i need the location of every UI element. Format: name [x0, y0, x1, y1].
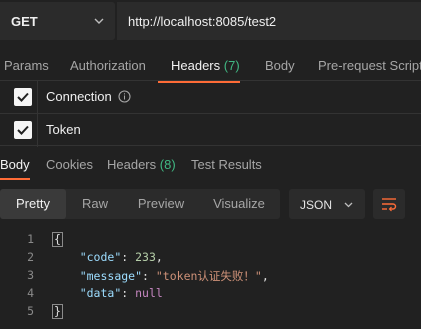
response-tab-cookies[interactable]: Cookies [46, 157, 93, 172]
json-value: "token认证失败！" [155, 269, 262, 283]
tab-body[interactable]: Body [265, 58, 295, 73]
header-row-checkbox[interactable] [14, 88, 32, 106]
code-line: 1 { [0, 230, 421, 248]
url-text: http://localhost:8085/test2 [128, 14, 277, 29]
json-brace: } [52, 304, 63, 319]
tab-authorization[interactable]: Authorization [70, 58, 146, 73]
column-divider [37, 114, 38, 147]
checkmark-icon [17, 125, 29, 135]
view-pretty-button[interactable]: Pretty [0, 189, 66, 219]
request-url-bar: GET http://localhost:8085/test2 [0, 0, 421, 44]
json-comma: , [261, 269, 269, 283]
line-number: 3 [27, 268, 34, 282]
view-visualize-button[interactable]: Visualize [198, 189, 280, 219]
code-line: 3 "message": "token认证失败！", [0, 266, 421, 284]
json-key: "code" [79, 250, 122, 264]
response-tab-test-results[interactable]: Test Results [191, 157, 262, 172]
tab-headers-label: Headers [171, 58, 221, 73]
code-line: 4 "data": null [0, 284, 421, 302]
chevron-down-icon [344, 202, 353, 208]
json-brace: { [52, 232, 63, 247]
header-row-checkbox[interactable] [14, 121, 32, 139]
json-value: null [135, 286, 163, 300]
line-number: 2 [27, 250, 34, 264]
view-preview-button[interactable]: Preview [124, 189, 198, 219]
tab-pre-request-script[interactable]: Pre-request Script [318, 58, 421, 73]
checkmark-icon [17, 92, 29, 102]
json-key: "data" [79, 286, 122, 300]
json-key: "message" [79, 269, 143, 283]
line-number: 5 [27, 304, 34, 318]
url-input[interactable]: http://localhost:8085/test2 [117, 2, 421, 40]
json-comma: , [155, 250, 163, 264]
response-tab-headers-count: (8) [159, 157, 176, 172]
request-tabs: Params Authorization Headers (7) Body Pr… [0, 48, 421, 83]
method-select[interactable]: GET [0, 2, 115, 40]
tab-params[interactable]: Params [4, 58, 49, 73]
response-tab-headers[interactable]: Headers (8) [107, 157, 176, 172]
json-separator: : [142, 269, 156, 283]
method-label: GET [11, 14, 38, 29]
header-row: Token [0, 113, 421, 147]
json-separator: : [121, 250, 136, 264]
response-tabs: Body Cookies Headers (8) Test Results [0, 150, 421, 180]
chevron-down-icon [94, 18, 104, 24]
wrap-lines-icon [382, 198, 397, 212]
info-icon[interactable] [118, 90, 131, 103]
tab-headers-count: (7) [223, 58, 240, 73]
header-key: Connection [46, 89, 112, 104]
response-tab-headers-label: Headers [107, 157, 157, 172]
header-row: Connection [0, 80, 421, 114]
json-value: 233 [135, 250, 156, 264]
active-response-tab-indicator [0, 178, 30, 180]
line-number: 4 [27, 286, 34, 300]
header-key: Token [46, 122, 81, 137]
format-select[interactable]: JSON [289, 189, 365, 219]
tab-headers[interactable]: Headers (7) [171, 58, 240, 73]
code-line: 5 } [0, 302, 421, 320]
column-divider [37, 81, 38, 114]
response-body-viewer[interactable]: 1 { 2 "code": 233, 3 "message": "token认证… [0, 230, 421, 329]
code-line: 2 "code": 233, [0, 248, 421, 266]
format-label: JSON [300, 198, 333, 212]
json-separator: : [121, 286, 136, 300]
response-tab-body[interactable]: Body [0, 157, 30, 172]
view-mode-toolbar: Pretty Raw Preview Visualize [0, 189, 280, 219]
wrap-lines-button[interactable] [373, 189, 405, 219]
line-number: 1 [27, 232, 34, 246]
view-raw-button[interactable]: Raw [66, 189, 124, 219]
